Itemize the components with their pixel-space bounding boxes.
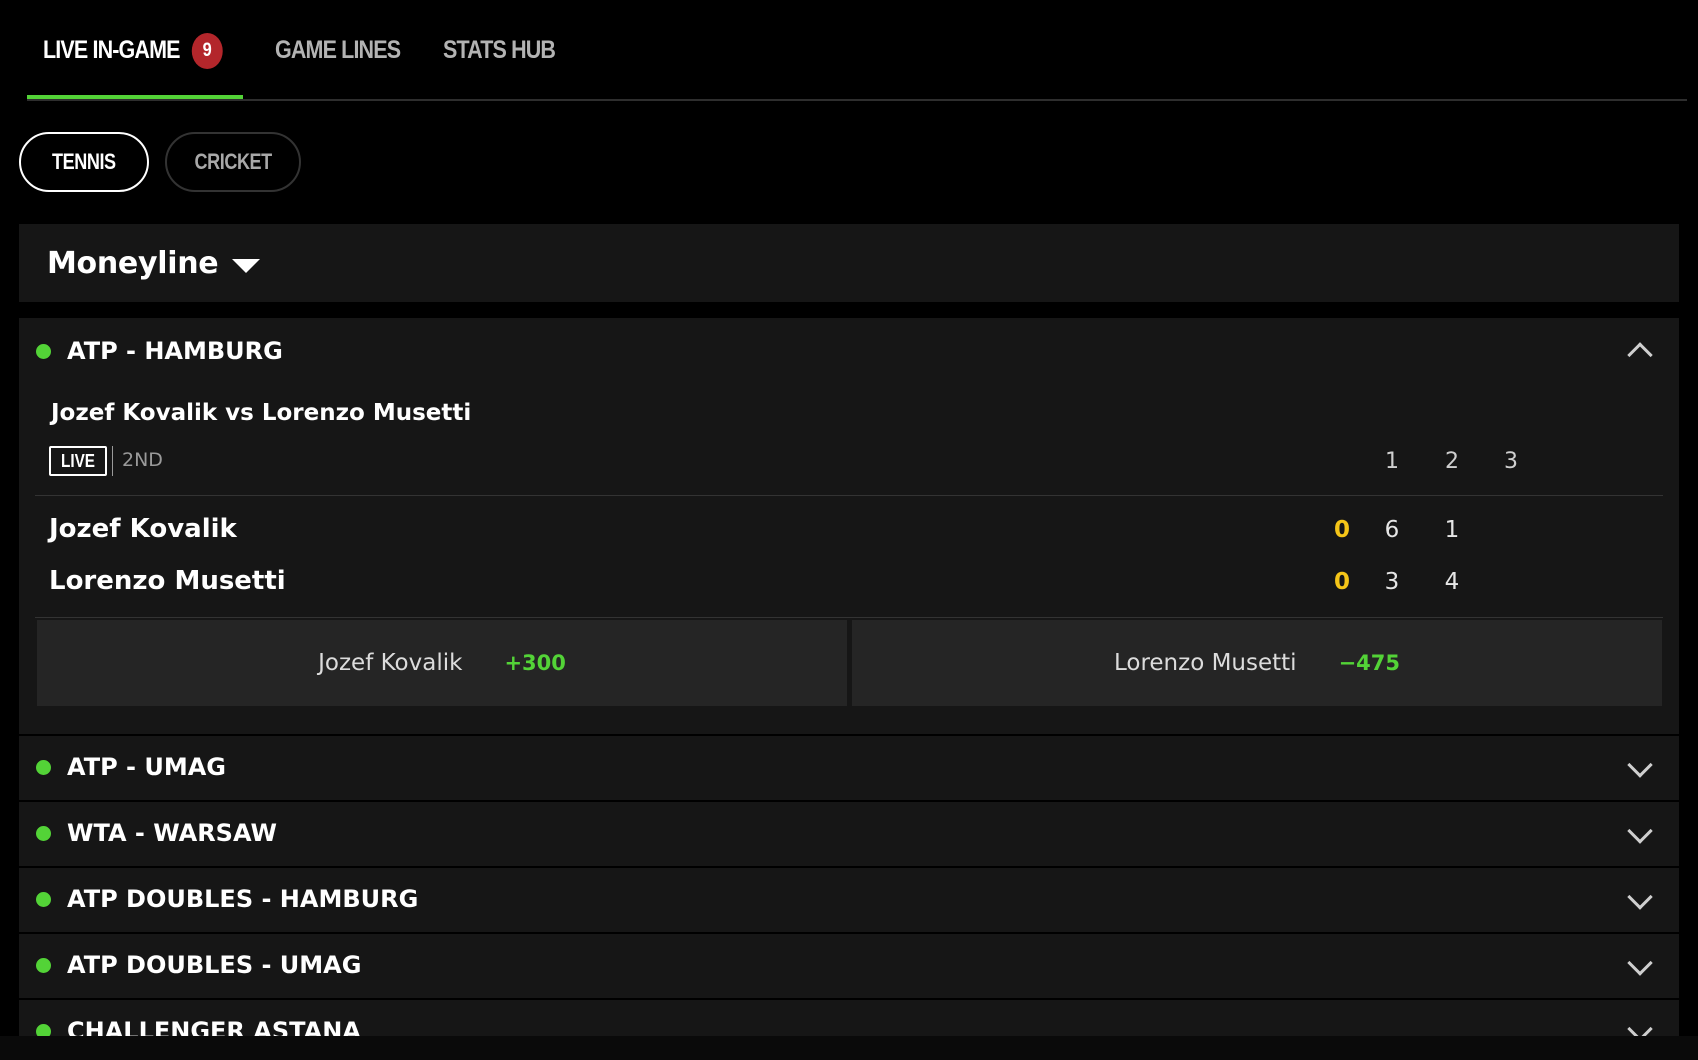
league-row-atp-doubles-umag[interactable]: ATP DOUBLES - UMAG <box>19 934 1679 998</box>
set-header-2: 2 <box>1445 449 1459 474</box>
caret-down-icon <box>232 259 261 273</box>
chevron-up-icon[interactable] <box>1627 342 1653 368</box>
sport-pill-tennis-label: TENNIS <box>52 149 116 174</box>
live-dot-icon <box>36 343 51 359</box>
league-title: ATP DOUBLES - UMAG <box>67 951 362 979</box>
league-title: ATP - UMAG <box>67 753 226 781</box>
live-count-badge: 9 <box>191 32 223 69</box>
sport-pill-tennis[interactable]: TENNIS <box>19 132 149 192</box>
bottom-edge-bar <box>0 1036 1698 1060</box>
league-header[interactable]: ATP - HAMBURG <box>19 318 1679 384</box>
league-title: ATP - HAMBURG <box>67 337 283 365</box>
odds-price: +300 <box>504 651 566 675</box>
period-divider <box>112 446 113 476</box>
odds-selection-name: Jozef Kovalik <box>318 650 463 676</box>
odds-price: −475 <box>1338 651 1401 675</box>
live-badge-label: LIVE <box>61 450 96 471</box>
live-dot-icon <box>36 892 51 907</box>
player-name: Jozef Kovalik <box>49 514 237 544</box>
league-row-wta-warsaw[interactable]: WTA - WARSAW <box>19 802 1679 866</box>
live-dot-icon <box>36 760 51 775</box>
chevron-down-icon[interactable] <box>1627 950 1653 976</box>
live-dot-icon <box>36 958 51 973</box>
odds-selection-name: Lorenzo Musetti <box>1113 650 1297 676</box>
odds-button-player-1[interactable]: Jozef Kovalik +300 <box>37 620 847 706</box>
game-score: 0 <box>1333 517 1350 543</box>
sport-pill-cricket[interactable]: CRICKET <box>165 132 301 192</box>
set-header-1: 1 <box>1385 449 1399 474</box>
tab-stats-hub[interactable]: STATS HUB <box>443 0 556 101</box>
scoreboard-divider-top <box>35 495 1663 496</box>
set-score-1: 6 <box>1384 517 1400 543</box>
set-score-2: 1 <box>1444 517 1460 543</box>
league-row-atp-umag[interactable]: ATP - UMAG <box>19 736 1679 800</box>
league-row-atp-doubles-hamburg[interactable]: ATP DOUBLES - HAMBURG <box>19 868 1679 932</box>
game-score: 0 <box>1333 569 1350 595</box>
league-panel-expanded: ATP - HAMBURG Jozef Kovalik vs Lorenzo M… <box>19 318 1679 734</box>
live-badge: LIVE <box>49 446 108 476</box>
market-label: Moneyline <box>47 245 219 281</box>
active-tab-indicator <box>27 95 243 99</box>
chevron-down-icon[interactable] <box>1627 818 1653 844</box>
scoreboard-divider-bottom <box>35 617 1663 618</box>
market-selector[interactable]: Moneyline <box>19 224 1679 302</box>
match-period: 2ND <box>122 449 163 471</box>
odds-button-player-2[interactable]: Lorenzo Musetti −475 <box>852 620 1662 706</box>
tab-live-in-game[interactable]: LIVE IN-GAME 9 <box>43 0 223 101</box>
player-name: Lorenzo Musetti <box>49 566 286 596</box>
tab-game-lines-label: GAME LINES <box>275 36 401 64</box>
league-title: ATP DOUBLES - HAMBURG <box>67 885 419 913</box>
match-title[interactable]: Jozef Kovalik vs Lorenzo Musetti <box>51 400 471 426</box>
tab-game-lines[interactable]: GAME LINES <box>275 0 401 101</box>
top-tabs: LIVE IN-GAME 9 GAME LINES STATS HUB <box>27 0 1687 101</box>
tab-stats-hub-label: STATS HUB <box>443 36 556 64</box>
set-score-1: 3 <box>1384 569 1400 595</box>
set-header-3: 3 <box>1504 449 1518 474</box>
set-score-2: 4 <box>1444 569 1460 595</box>
sport-pill-cricket-label: CRICKET <box>194 149 272 174</box>
league-title: WTA - WARSAW <box>67 819 277 847</box>
live-dot-icon <box>36 826 51 841</box>
chevron-down-icon[interactable] <box>1627 752 1653 778</box>
chevron-down-icon[interactable] <box>1627 884 1653 910</box>
tab-live-in-game-label: LIVE IN-GAME <box>43 36 180 64</box>
